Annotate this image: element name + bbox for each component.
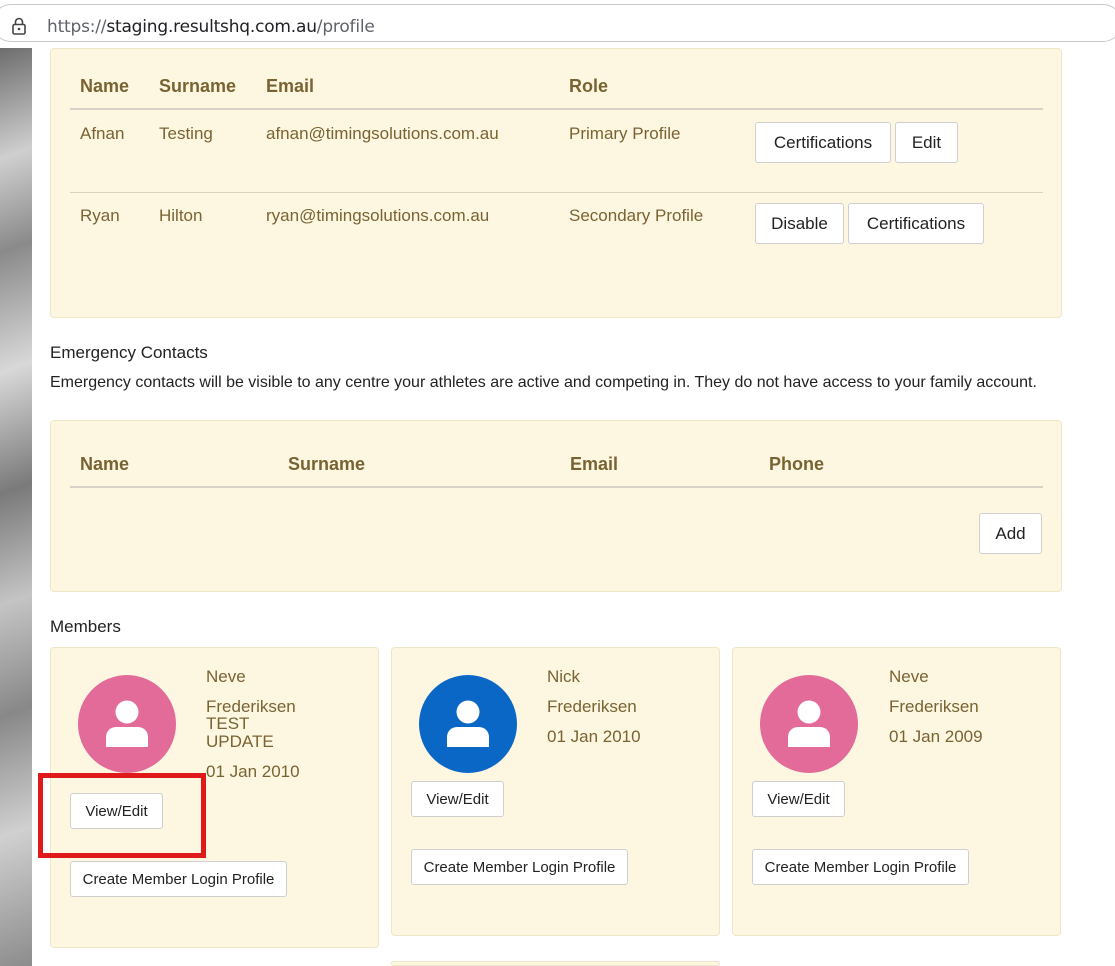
background-strip (0, 48, 32, 966)
member-dob: 01 Jan 2009 (889, 727, 983, 746)
lock-icon[interactable] (11, 17, 27, 35)
member-last-name: Frederiksen (547, 697, 637, 716)
browser-address-bar: https://staging.resultshq.com.au/profile (0, 0, 1115, 48)
col-header-name: Name (80, 76, 130, 96)
create-member-login-button[interactable]: Create Member Login Profile (752, 849, 969, 885)
member-last-name: Frederiksen (206, 697, 296, 716)
create-member-login-button[interactable]: Create Member Login Profile (411, 849, 628, 885)
member-first-name: Neve (889, 667, 929, 686)
col-header-phone: Phone (769, 454, 825, 474)
profile-email: ryan@timingsolutions.com.au (266, 206, 490, 225)
profile-role: Secondary Profile (569, 206, 704, 225)
certifications-button[interactable]: Certifications (755, 122, 891, 163)
avatar (419, 675, 517, 773)
emergency-contacts-title: Emergency Contacts (50, 343, 208, 362)
member-dob: 01 Jan 2010 (547, 727, 641, 746)
member-dob: 01 Jan 2010 (206, 762, 300, 781)
highlight-box (38, 773, 206, 858)
row-divider (70, 192, 1043, 193)
member-card (391, 961, 720, 966)
member-first-name: Neve (206, 667, 246, 686)
col-header-email: Email (570, 454, 619, 474)
view-edit-button[interactable]: View/Edit (411, 781, 504, 817)
profile-surname: Testing (159, 124, 213, 143)
user-icon (447, 700, 489, 747)
profile-name: Ryan (80, 206, 120, 225)
member-last-name: Frederiksen (889, 697, 979, 716)
member-card: Nick Frederiksen 01 Jan 2010 View/Edit C… (391, 647, 720, 936)
user-icon (788, 700, 830, 747)
profile-surname: Hilton (159, 206, 203, 225)
view-edit-button[interactable]: View/Edit (752, 781, 845, 817)
member-card: Neve Frederiksen 01 Jan 2009 View/Edit C… (732, 647, 1061, 936)
emergency-contacts-description: Emergency contacts will be visible to an… (50, 374, 1037, 391)
col-header-surname: Surname (159, 76, 237, 96)
create-member-login-button[interactable]: Create Member Login Profile (70, 861, 287, 897)
col-header-email: Email (266, 76, 315, 96)
col-header-name: Name (80, 454, 130, 474)
profile-role: Primary Profile (569, 124, 681, 143)
disable-button[interactable]: Disable (755, 203, 844, 244)
col-header-role: Role (569, 76, 609, 96)
member-last-name-line: TEST (206, 714, 250, 733)
edit-button[interactable]: Edit (895, 122, 958, 163)
member-first-name: Nick (547, 667, 581, 686)
profile-name: Afnan (80, 124, 125, 143)
member-last-name-line: UPDATE (206, 732, 274, 751)
profile-email: afnan@timingsolutions.com.au (266, 124, 499, 143)
avatar (760, 675, 858, 773)
emergency-contacts-panel: Name Surname Email Phone Add (50, 420, 1062, 592)
certifications-button[interactable]: Certifications (848, 203, 984, 244)
avatar (78, 675, 176, 773)
members-title: Members (50, 617, 121, 636)
add-contact-button[interactable]: Add (979, 513, 1042, 554)
header-divider (70, 108, 1043, 110)
user-icon (106, 700, 148, 747)
profiles-panel: Name Surname Email Role Afnan Testing af… (50, 48, 1062, 318)
header-divider (70, 486, 1043, 488)
url-field[interactable]: https://staging.resultshq.com.au/profile (0, 4, 1115, 42)
col-header-surname: Surname (288, 454, 366, 474)
url-text: https://staging.resultshq.com.au/profile (47, 17, 375, 37)
